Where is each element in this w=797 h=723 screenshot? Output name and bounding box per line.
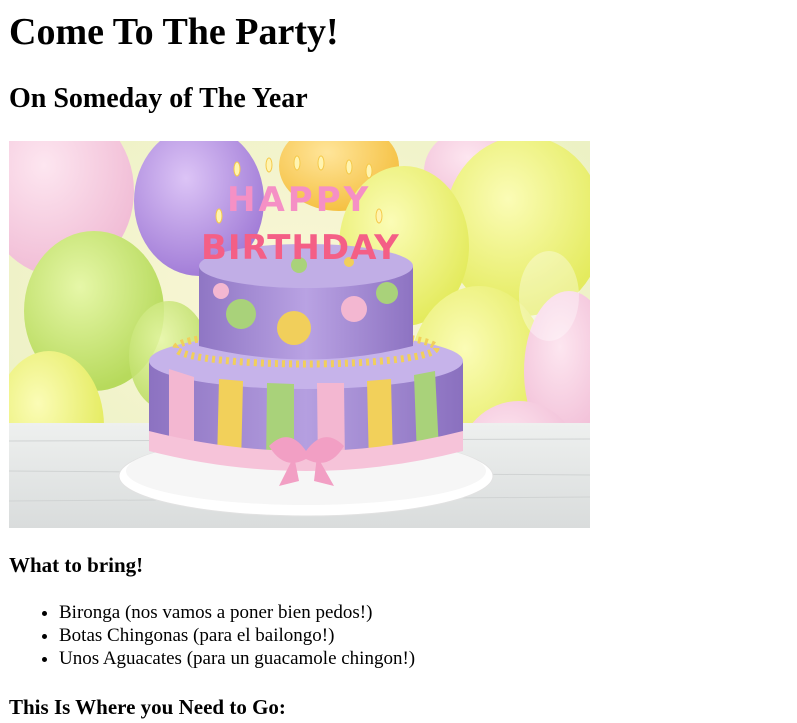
bring-heading: What to bring! (9, 553, 144, 577)
where-heading: This Is Where you Need to Go: (9, 695, 286, 719)
list-item: Botas Chingonas (para el bailongo!) (59, 624, 415, 647)
birthday-cake-image: HAPPY BIRTHDAY (9, 141, 590, 528)
candle-letters-happy: HAPPY (227, 180, 371, 220)
list-item: Bironga (nos vamos a poner bien pedos!) (59, 601, 415, 624)
candle-letters-birthday: BIRTHDAY (201, 228, 400, 268)
list-item: Unos Aguacates (para un guacamole chingo… (59, 647, 415, 670)
bring-list: Bironga (nos vamos a poner bien pedos!) … (9, 601, 415, 670)
page-subtitle: On Someday of The Year (9, 83, 308, 114)
page-title: Come To The Party! (9, 11, 339, 53)
